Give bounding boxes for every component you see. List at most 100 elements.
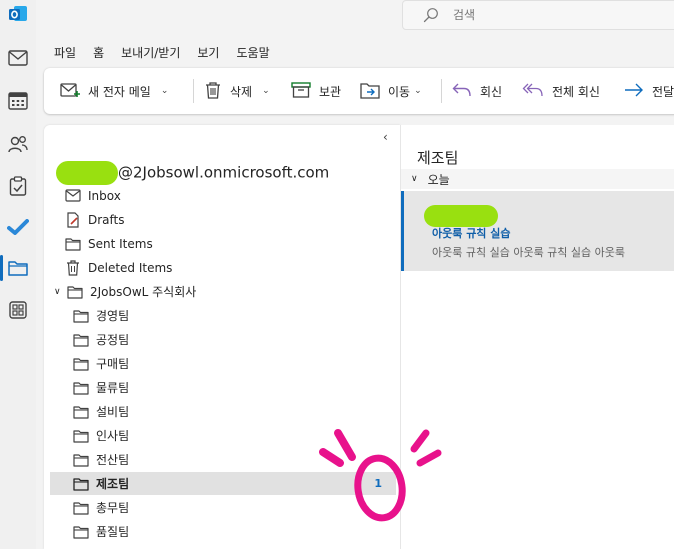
apps-icon[interactable] <box>6 298 30 322</box>
ribbon-divider <box>441 79 442 103</box>
tasks-icon[interactable] <box>6 174 30 198</box>
people-icon[interactable] <box>6 132 30 156</box>
move-button[interactable]: 이동 ⌄ <box>360 80 422 102</box>
folder-label: 품질팀 <box>96 525 130 539</box>
app-rail <box>0 0 36 549</box>
date-group-label: 오늘 <box>427 172 450 187</box>
folder-icon <box>72 500 90 516</box>
highlight-annotation <box>319 429 442 522</box>
inbox-icon <box>64 188 82 204</box>
folder-label: 구매팀 <box>96 357 130 371</box>
folder-label: 인사팀 <box>96 429 130 443</box>
folder-inbox[interactable]: Inbox <box>50 184 396 207</box>
folder-2jobsowl[interactable]: ∨ 2JobsOwL 주식회사 <box>50 280 396 303</box>
folder-process-team[interactable]: 공정팀 <box>50 328 396 351</box>
todo-icon[interactable] <box>6 215 30 239</box>
chevron-down-icon[interactable]: ⌄ <box>262 86 270 96</box>
archive-label: 보관 <box>319 84 342 99</box>
folder-sent-items[interactable]: Sent Items <box>50 232 396 255</box>
move-folder-icon <box>360 81 388 102</box>
folder-icon <box>72 452 90 468</box>
trash-icon <box>64 259 82 276</box>
folder-icon <box>72 404 90 420</box>
forward-label: 전달 <box>652 84 674 99</box>
delete-button[interactable]: 삭제 ⌄ <box>204 80 270 102</box>
folder-icon <box>72 380 90 396</box>
drafts-icon <box>64 211 82 228</box>
folder-label: Inbox <box>88 188 121 203</box>
account-email: @2Jobsowl.onmicrosoft.com <box>118 163 330 182</box>
folder-logistics-team[interactable]: 물류팀 <box>50 376 396 399</box>
reply-all-label: 전체 회신 <box>552 84 600 99</box>
tab-file[interactable]: 파일 <box>54 44 76 64</box>
folder-label: Deleted Items <box>88 260 173 275</box>
folder-icon <box>72 356 90 372</box>
folder-icon <box>72 524 90 540</box>
message-subject: 아웃룩 규칙 실습 <box>432 227 511 240</box>
tab-help[interactable]: 도움말 <box>236 44 269 64</box>
folder-purchasing-team[interactable]: 구매팀 <box>50 352 396 375</box>
search-input[interactable] <box>453 6 653 24</box>
folder-icon <box>72 308 90 324</box>
reply-label: 회신 <box>480 84 503 99</box>
search-box[interactable] <box>402 0 674 30</box>
folder-icon <box>72 428 90 444</box>
message-list-title: 제조팀 <box>417 149 459 167</box>
forward-icon <box>624 82 652 101</box>
chevron-down-icon[interactable]: ⌄ <box>161 86 169 96</box>
chevron-down-icon[interactable]: ⌄ <box>414 86 422 96</box>
message-preview: 아웃룩 규칙 실습 아웃룩 규칙 실습 아웃룩 <box>432 246 626 259</box>
account-header[interactable]: @2Jobsowl.onmicrosoft.com <box>56 161 329 185</box>
message-item[interactable]: 아웃룩 규칙 실습 아웃룩 규칙 실습 아웃룩 규칙 실습 아웃룩 <box>401 191 674 271</box>
folder-label: 경영팀 <box>96 309 130 323</box>
date-group-header[interactable]: ∨ 오늘 <box>401 169 674 189</box>
menu-tabs: 파일 홈 보내기/받기 보기 도움말 <box>54 44 287 70</box>
folder-drafts[interactable]: Drafts <box>50 208 396 231</box>
calendar-icon[interactable] <box>6 89 30 113</box>
folder-label: 전산팀 <box>96 453 130 467</box>
new-mail-button[interactable]: 새 전자 메일 ⌄ <box>60 80 168 102</box>
folder-label: 설비팀 <box>96 405 130 419</box>
folder-icon <box>72 476 90 492</box>
folder-deleted-items[interactable]: Deleted Items <box>50 256 396 279</box>
search-icon <box>423 7 439 27</box>
chevron-down-icon[interactable]: ∨ <box>411 174 418 184</box>
folder-label: 공정팀 <box>96 333 130 347</box>
folder-label: 물류팀 <box>96 381 130 395</box>
reply-all-button[interactable]: 전체 회신 <box>522 80 600 102</box>
forward-button[interactable]: 전달 <box>624 80 674 102</box>
folder-icon <box>66 284 84 300</box>
new-mail-label: 새 전자 메일 <box>88 84 151 99</box>
delete-label: 삭제 <box>230 84 253 99</box>
folder-label: 총무팀 <box>96 501 130 515</box>
tab-home[interactable]: 홈 <box>93 44 105 70</box>
archive-icon <box>291 81 319 101</box>
folder-label: Sent Items <box>88 236 153 251</box>
chevron-down-icon[interactable]: ∨ <box>54 287 66 297</box>
new-mail-icon <box>60 82 88 101</box>
redaction-scribble <box>56 161 118 185</box>
rail-active-indicator <box>0 255 3 281</box>
folders-icon[interactable] <box>6 256 30 280</box>
move-label: 이동 <box>388 84 411 99</box>
ribbon-toolbar: 새 전자 메일 ⌄ 삭제 ⌄ 보관 이동 ⌄ 회신 전체 회신 전달 <box>44 68 674 114</box>
reply-all-icon <box>522 82 552 101</box>
reply-button[interactable]: 회신 <box>452 80 502 102</box>
ribbon-divider <box>193 79 194 103</box>
tab-send-receive[interactable]: 보내기/받기 <box>121 44 180 64</box>
collapse-pane-chevron-icon[interactable]: ‹ <box>383 130 388 144</box>
reply-icon <box>452 82 480 101</box>
redaction-scribble <box>424 205 498 227</box>
folder-label: Drafts <box>88 212 125 227</box>
archive-button[interactable]: 보관 <box>291 80 341 102</box>
mail-icon[interactable] <box>6 46 30 70</box>
tab-view[interactable]: 보기 <box>197 44 219 64</box>
trash-icon <box>204 81 230 102</box>
folder-facilities-team[interactable]: 설비팀 <box>50 400 396 423</box>
folder-label: 2JobsOwL 주식회사 <box>90 285 197 299</box>
folder-icon <box>64 236 82 252</box>
folder-management-team[interactable]: 경영팀 <box>50 304 396 327</box>
folder-label: 제조팀 <box>96 477 130 491</box>
outlook-logo-icon[interactable] <box>8 4 28 24</box>
folder-icon <box>72 332 90 348</box>
